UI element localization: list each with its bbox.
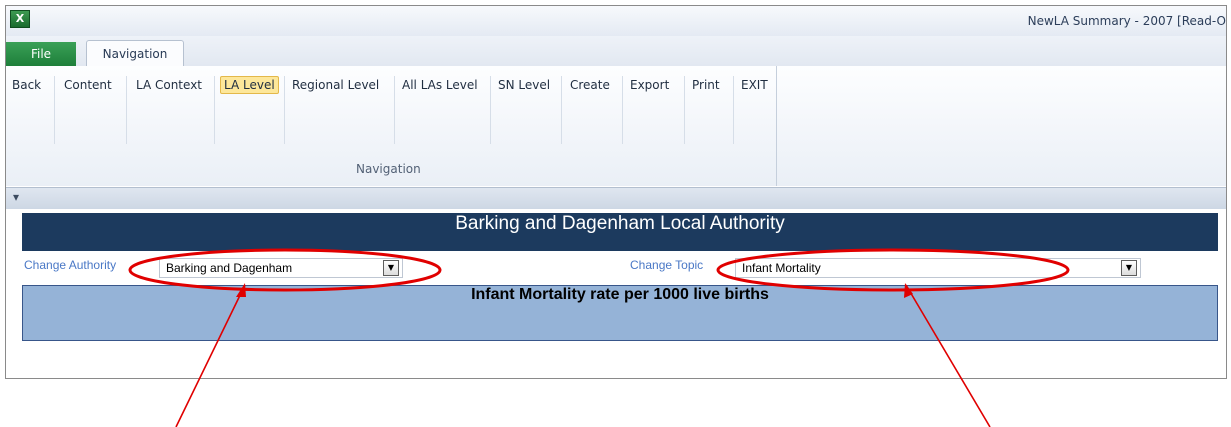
- ribbon-separator: [214, 76, 215, 144]
- dropdown-arrow-icon[interactable]: ▼: [1121, 260, 1137, 276]
- ribbon-separator: [394, 76, 395, 144]
- authority-dropdown[interactable]: Barking and Dagenham ▼: [159, 258, 403, 278]
- back-button[interactable]: Back: [12, 78, 41, 92]
- excel-window: X NewLA Summary - 2007 [Read-O File Navi…: [5, 5, 1227, 379]
- ribbon-navigation-group: Back Content LA Context LA Level Regiona…: [6, 66, 777, 186]
- ribbon-separator: [490, 76, 491, 144]
- authority-dropdown-value: Barking and Dagenham: [166, 261, 293, 275]
- ribbon-separator: [284, 76, 285, 144]
- ribbon-group-label: Navigation: [356, 162, 421, 176]
- window-title: NewLA Summary - 2007 [Read-O: [1027, 14, 1226, 28]
- sn-level-button[interactable]: SN Level: [498, 78, 550, 92]
- ribbon-tabs: File Navigation: [6, 36, 1226, 67]
- worksheet-content: Barking and Dagenham Local Authority Cha…: [6, 209, 1226, 378]
- dropdown-arrow-icon[interactable]: ▼: [383, 260, 399, 276]
- create-button[interactable]: Create: [570, 78, 610, 92]
- topic-dropdown-value: Infant Mortality: [742, 261, 821, 275]
- ribbon-separator: [561, 76, 562, 144]
- regional-level-button[interactable]: Regional Level: [292, 78, 379, 92]
- topic-dropdown[interactable]: Infant Mortality ▼: [735, 258, 1141, 278]
- change-authority-label: Change Authority: [24, 258, 117, 272]
- ribbon-separator: [54, 76, 55, 144]
- la-context-button[interactable]: LA Context: [136, 78, 202, 92]
- all-las-level-button[interactable]: All LAs Level: [402, 78, 478, 92]
- print-button[interactable]: Print: [692, 78, 720, 92]
- ribbon-separator: [733, 76, 734, 144]
- authority-banner: Barking and Dagenham Local Authority: [22, 213, 1218, 251]
- customize-qat-icon[interactable]: ▾: [13, 190, 19, 204]
- export-button[interactable]: Export: [630, 78, 669, 92]
- tab-navigation[interactable]: Navigation: [86, 40, 184, 67]
- ribbon-separator: [126, 76, 127, 144]
- ribbon-separator: [622, 76, 623, 144]
- ribbon-empty-area: [777, 66, 1226, 186]
- excel-icon[interactable]: X: [10, 10, 30, 28]
- indicator-subtitle: Infant Mortality rate per 1000 live birt…: [22, 285, 1218, 341]
- tab-file[interactable]: File: [6, 42, 76, 66]
- content-button[interactable]: Content: [64, 78, 112, 92]
- la-level-button[interactable]: LA Level: [220, 76, 279, 94]
- quick-access-toolbar: ▾: [6, 187, 1226, 209]
- exit-button[interactable]: EXIT: [741, 78, 768, 92]
- title-bar: X NewLA Summary - 2007 [Read-O: [6, 6, 1226, 36]
- change-topic-label: Change Topic: [630, 258, 704, 272]
- ribbon-separator: [684, 76, 685, 144]
